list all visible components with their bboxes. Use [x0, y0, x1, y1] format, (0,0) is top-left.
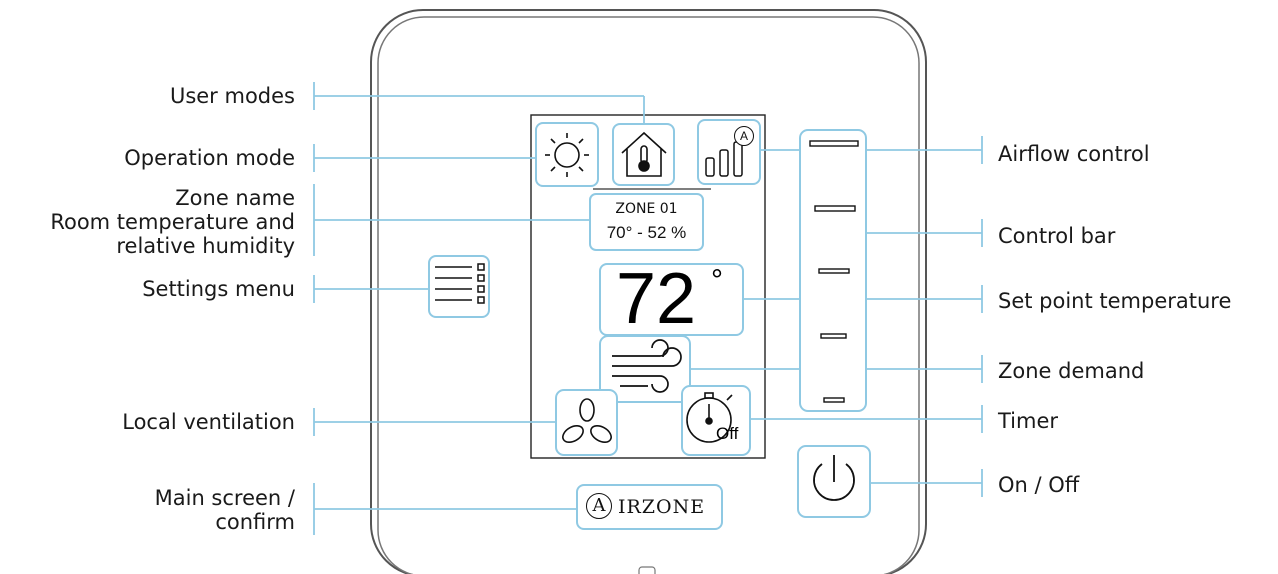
device-bottom-notch	[638, 566, 656, 574]
main-screen-confirm-button[interactable]: A IRZONE	[576, 484, 723, 530]
label-on-off: On / Off	[998, 473, 1080, 497]
control-bar[interactable]	[799, 129, 867, 412]
label-room-temp-line2: relative humidity	[116, 234, 295, 258]
label-settings-menu: Settings menu	[142, 277, 295, 301]
label-local-ventilation: Local ventilation	[122, 410, 295, 434]
zone-name: ZONE 01	[615, 201, 678, 217]
local-ventilation-button[interactable]	[555, 389, 618, 456]
user-modes-button[interactable]	[612, 123, 675, 186]
label-zone-name: Zone name	[175, 186, 295, 210]
brand-logo-initial: A	[586, 493, 612, 519]
label-main-screen-line2: confirm	[215, 510, 295, 534]
label-operation-mode: Operation mode	[124, 146, 295, 170]
settings-menu-button[interactable]	[428, 255, 490, 318]
setpoint-value: 72	[616, 259, 697, 339]
airflow-auto-badge: A	[734, 126, 754, 146]
label-zone-demand: Zone demand	[998, 359, 1145, 383]
operation-mode-button[interactable]	[535, 122, 599, 187]
brand-logo-text: IRZONE	[618, 496, 706, 518]
label-control-bar: Control bar	[998, 224, 1116, 248]
label-main-screen-line1: Main screen /	[154, 486, 295, 510]
setpoint-degree: °	[711, 264, 723, 297]
setpoint-display[interactable]: 72 °	[599, 259, 744, 339]
label-set-point-temperature: Set point temperature	[998, 289, 1232, 313]
timer-state: Off	[716, 424, 739, 443]
room-temperature-humidity: 70° - 52 %	[606, 223, 687, 242]
label-user-modes: User modes	[169, 84, 295, 108]
timer-button[interactable]	[681, 385, 751, 456]
power-button[interactable]	[797, 445, 871, 518]
label-airflow-control: Airflow control	[998, 142, 1150, 166]
label-room-temp-line1: Room temperature and	[50, 210, 295, 234]
zone-info-box[interactable]: ZONE 01 70° - 52 %	[589, 193, 704, 251]
label-timer: Timer	[998, 409, 1059, 433]
